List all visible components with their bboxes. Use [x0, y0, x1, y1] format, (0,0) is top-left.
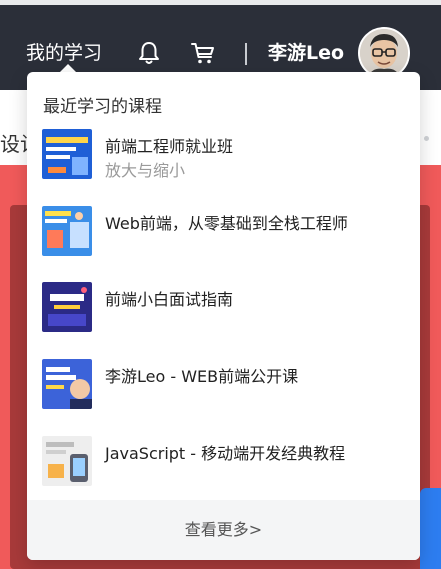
- dropdown-title: 最近学习的课程: [43, 97, 162, 117]
- cart-icon[interactable]: [190, 40, 216, 66]
- course-title: Web前端，从零基础到全栈工程师: [105, 214, 348, 233]
- course-lesson: 放大与缩小: [105, 161, 186, 180]
- course-item[interactable]: Web前端，从零基础到全栈工程师: [42, 206, 408, 258]
- dropdown-caret: [60, 64, 76, 72]
- mascot-decoration: [420, 488, 441, 569]
- page: 设计 我的学习 李游Leo 最近学习的课程 前端工程师就业班 放大与缩小 Web…: [0, 0, 441, 569]
- course-title: 前端工程师就业班: [105, 137, 234, 156]
- course-thumbnail: [42, 206, 92, 256]
- view-more-button[interactable]: 查看更多>: [27, 500, 420, 560]
- course-thumbnail: [42, 129, 92, 179]
- my-learning-link[interactable]: 我的学习: [26, 41, 102, 65]
- course-title: JavaScript - 移动端开发经典教程: [105, 444, 346, 463]
- course-title: 前端小白面试指南: [105, 290, 234, 309]
- dot-indicator: [424, 136, 429, 141]
- user-name-link[interactable]: 李游Leo: [268, 41, 344, 65]
- course-item[interactable]: JavaScript - 移动端开发经典教程: [42, 436, 408, 488]
- course-thumbnail: [42, 282, 92, 332]
- course-thumbnail: [42, 436, 92, 486]
- course-thumbnail: [42, 359, 92, 409]
- course-title: 李游Leo - WEB前端公开课: [105, 367, 299, 386]
- course-item[interactable]: 前端工程师就业班 放大与缩小: [42, 129, 408, 181]
- course-item[interactable]: 李游Leo - WEB前端公开课: [42, 359, 408, 411]
- bell-icon[interactable]: [136, 40, 162, 66]
- header-divider: [245, 43, 247, 65]
- course-item[interactable]: 前端小白面试指南: [42, 282, 408, 334]
- recent-courses-dropdown: 最近学习的课程 前端工程师就业班 放大与缩小 Web前端，从零基础到全栈工程师 …: [27, 72, 420, 560]
